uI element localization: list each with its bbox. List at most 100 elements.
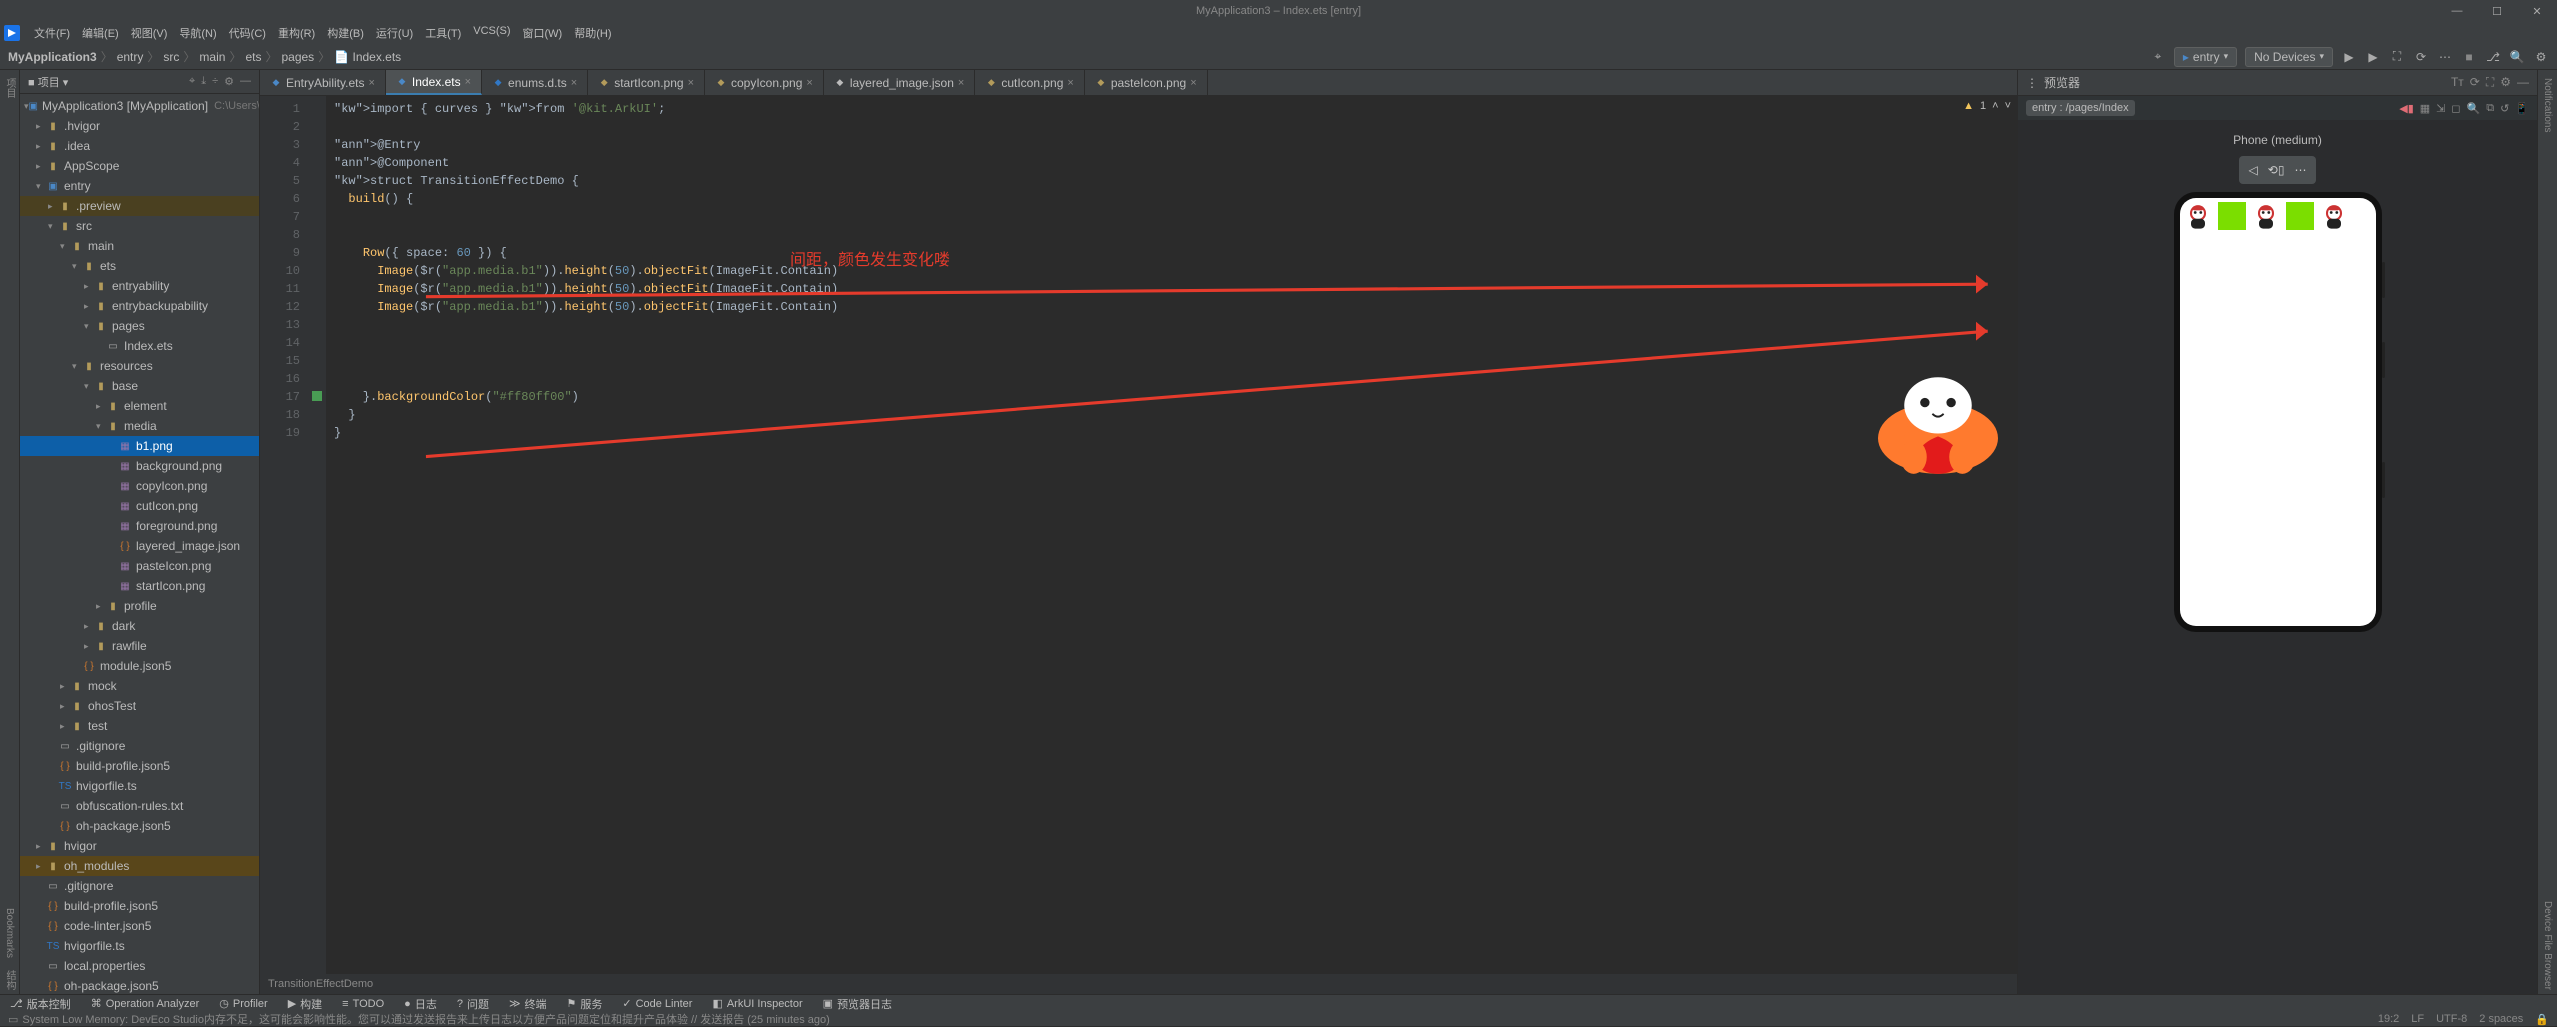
breadcrumb-item[interactable]: MyApplication3 bbox=[8, 50, 97, 64]
menu-item[interactable]: 运行(U) bbox=[370, 25, 419, 41]
bottom-tab[interactable]: ◧ArkUI Inspector bbox=[702, 997, 812, 1010]
tree-arrow-icon[interactable]: ▸ bbox=[60, 721, 70, 732]
code-editor[interactable]: "kw">import { curves } "kw">from '@kit.A… bbox=[326, 96, 2017, 974]
tree-row[interactable]: ▦foreground.png bbox=[20, 516, 259, 536]
tree-row[interactable]: ▸▮entrybackupability bbox=[20, 296, 259, 316]
indent[interactable]: 2 spaces bbox=[2479, 1013, 2523, 1026]
target-icon[interactable]: ⌖ bbox=[2150, 49, 2166, 65]
preview-hide-icon[interactable]: — bbox=[2517, 75, 2529, 90]
tree-row[interactable]: ▭.gitignore bbox=[20, 876, 259, 896]
line-sep[interactable]: LF bbox=[2411, 1013, 2424, 1026]
bottom-tab[interactable]: ≫终端 bbox=[499, 996, 557, 1012]
tree-row[interactable]: ▸▮hvigor bbox=[20, 836, 259, 856]
tree-row[interactable]: { }oh-package.json5 bbox=[20, 816, 259, 836]
tree-arrow-icon[interactable]: ▾ bbox=[36, 181, 46, 192]
tree-arrow-icon[interactable]: ▸ bbox=[84, 641, 94, 652]
tree-row[interactable]: ▸▮test bbox=[20, 716, 259, 736]
hide-icon[interactable]: — bbox=[240, 75, 251, 88]
bottom-tab[interactable]: ▣预览器日志 bbox=[813, 996, 902, 1012]
tree-row[interactable]: TShvigorfile.ts bbox=[20, 776, 259, 796]
menu-item[interactable]: VCS(S) bbox=[467, 25, 516, 41]
menu-item[interactable]: 工具(T) bbox=[419, 25, 467, 41]
close-icon[interactable]: × bbox=[465, 76, 471, 88]
gear-icon[interactable]: ⚙ bbox=[224, 75, 234, 88]
tree-row[interactable]: { }build-profile.json5 bbox=[20, 896, 259, 916]
tree-arrow-icon[interactable]: ▸ bbox=[96, 401, 106, 412]
menu-item[interactable]: 导航(N) bbox=[173, 25, 222, 41]
bottom-tab[interactable]: ●日志 bbox=[394, 996, 447, 1012]
editor-tab[interactable]: ◆pasteIcon.png× bbox=[1085, 70, 1208, 95]
editor-tab[interactable]: ◆cutIcon.png× bbox=[975, 70, 1084, 95]
breadcrumb-item[interactable]: entry bbox=[117, 50, 144, 64]
search-icon[interactable]: 🔍 bbox=[2509, 49, 2525, 65]
menu-item[interactable]: 视图(V) bbox=[125, 25, 174, 41]
preview-prev-icon[interactable]: ◀▮ bbox=[2399, 102, 2414, 115]
preview-fold-icon[interactable]: ⇲ bbox=[2436, 102, 2445, 115]
tree-row[interactable]: { }build-profile.json5 bbox=[20, 756, 259, 776]
menu-item[interactable]: 编辑(E) bbox=[76, 25, 125, 41]
close-icon[interactable]: × bbox=[806, 77, 812, 89]
inspections-up-icon[interactable]: ˄ bbox=[1992, 100, 1998, 112]
rotate-device-icon[interactable]: ⟲▯ bbox=[2268, 163, 2285, 177]
tree-row[interactable]: { }oh-package.json5 bbox=[20, 976, 259, 994]
tree-row[interactable]: ▾▣entry bbox=[20, 176, 259, 196]
collapse-all-icon[interactable]: ⤓ bbox=[201, 75, 206, 88]
tree-row[interactable]: { }code-linter.json5 bbox=[20, 916, 259, 936]
tree-arrow-icon[interactable]: ▾ bbox=[84, 381, 94, 392]
tree-row[interactable]: { }module.json5 bbox=[20, 656, 259, 676]
preview-refresh-icon[interactable]: ⟳ bbox=[2470, 75, 2480, 90]
preview-gear-icon[interactable]: ⚙ bbox=[2500, 75, 2511, 90]
menu-item[interactable]: 窗口(W) bbox=[517, 25, 569, 41]
bottom-tab[interactable]: ≡TODO bbox=[332, 998, 394, 1010]
tree-row[interactable]: ▾▮src bbox=[20, 216, 259, 236]
status-min-icon[interactable]: ▭ bbox=[8, 1013, 18, 1026]
run-icon[interactable]: ▶ bbox=[2341, 49, 2357, 65]
close-icon[interactable]: × bbox=[571, 77, 577, 89]
tree-row[interactable]: ▦copyIcon.png bbox=[20, 476, 259, 496]
tree-row[interactable]: ▦b1.png bbox=[20, 436, 259, 456]
tree-row[interactable]: ▭obfuscation-rules.txt bbox=[20, 796, 259, 816]
maximize-button[interactable]: ☐ bbox=[2477, 0, 2517, 22]
attach-run-icon[interactable]: ▶ bbox=[2365, 49, 2381, 65]
tree-row[interactable]: ▸▮.idea bbox=[20, 136, 259, 156]
inspections-down-icon[interactable]: ˅ bbox=[2005, 100, 2011, 112]
tree-row[interactable]: ▸▮.hvigor bbox=[20, 116, 259, 136]
tree-row[interactable]: ▸▮oh_modules bbox=[20, 856, 259, 876]
preview-zoom-icon[interactable]: 🔍 bbox=[2467, 102, 2481, 115]
close-icon[interactable]: × bbox=[688, 77, 694, 89]
tree-row[interactable]: ▸▮mock bbox=[20, 676, 259, 696]
preview-grid-icon[interactable]: ▦ bbox=[2420, 102, 2430, 115]
caret-pos[interactable]: 19:2 bbox=[2378, 1013, 2399, 1026]
tree-row[interactable]: ▾▮resources bbox=[20, 356, 259, 376]
tree-arrow-icon[interactable]: ▸ bbox=[84, 301, 94, 312]
tree-arrow-icon[interactable]: ▾ bbox=[48, 221, 58, 232]
menu-item[interactable]: 构建(B) bbox=[321, 25, 370, 41]
more-icon[interactable]: ⋯ bbox=[2437, 49, 2453, 65]
run-gutter-icon[interactable] bbox=[312, 391, 322, 401]
bottom-tab[interactable]: ▶构建 bbox=[278, 996, 332, 1012]
bottom-tab[interactable]: ⎇版本控制 bbox=[0, 996, 81, 1012]
tree-arrow-icon[interactable]: ▾ bbox=[96, 421, 106, 432]
tree-arrow-icon[interactable]: ▸ bbox=[60, 681, 70, 692]
divide-icon[interactable]: ÷ bbox=[212, 75, 218, 88]
editor-tab[interactable]: ◆layered_image.json× bbox=[824, 70, 976, 95]
close-icon[interactable]: × bbox=[1190, 77, 1196, 89]
tree-row[interactable]: ▸▮AppScope bbox=[20, 156, 259, 176]
breadcrumb-item[interactable]: ets bbox=[245, 50, 261, 64]
select-opened-file-icon[interactable]: ⌖ bbox=[189, 75, 195, 88]
preview-expand-icon[interactable]: ⛶ bbox=[2486, 75, 2494, 90]
close-icon[interactable]: × bbox=[368, 77, 374, 89]
tree-arrow-icon[interactable]: ▸ bbox=[84, 281, 94, 292]
preview-rotate-icon[interactable]: ↺ bbox=[2500, 102, 2509, 115]
bottom-tab[interactable]: ?问题 bbox=[447, 996, 499, 1012]
coverage-icon[interactable]: ⛶ bbox=[2389, 49, 2405, 65]
editor-breadcrumb[interactable]: TransitionEffectDemo bbox=[260, 974, 2017, 994]
menu-item[interactable]: 重构(R) bbox=[272, 25, 321, 41]
menu-item[interactable]: 代码(C) bbox=[223, 25, 272, 41]
run-config-combo[interactable]: ▸ entry ▾ bbox=[2174, 47, 2237, 67]
editor-tab[interactable]: ◆Index.ets× bbox=[386, 70, 482, 95]
tree-arrow-icon[interactable]: ▸ bbox=[36, 861, 46, 872]
tree-row[interactable]: { }layered_image.json bbox=[20, 536, 259, 556]
tree-arrow-icon[interactable]: ▸ bbox=[36, 141, 46, 152]
tree-row[interactable]: ▸▮dark bbox=[20, 616, 259, 636]
